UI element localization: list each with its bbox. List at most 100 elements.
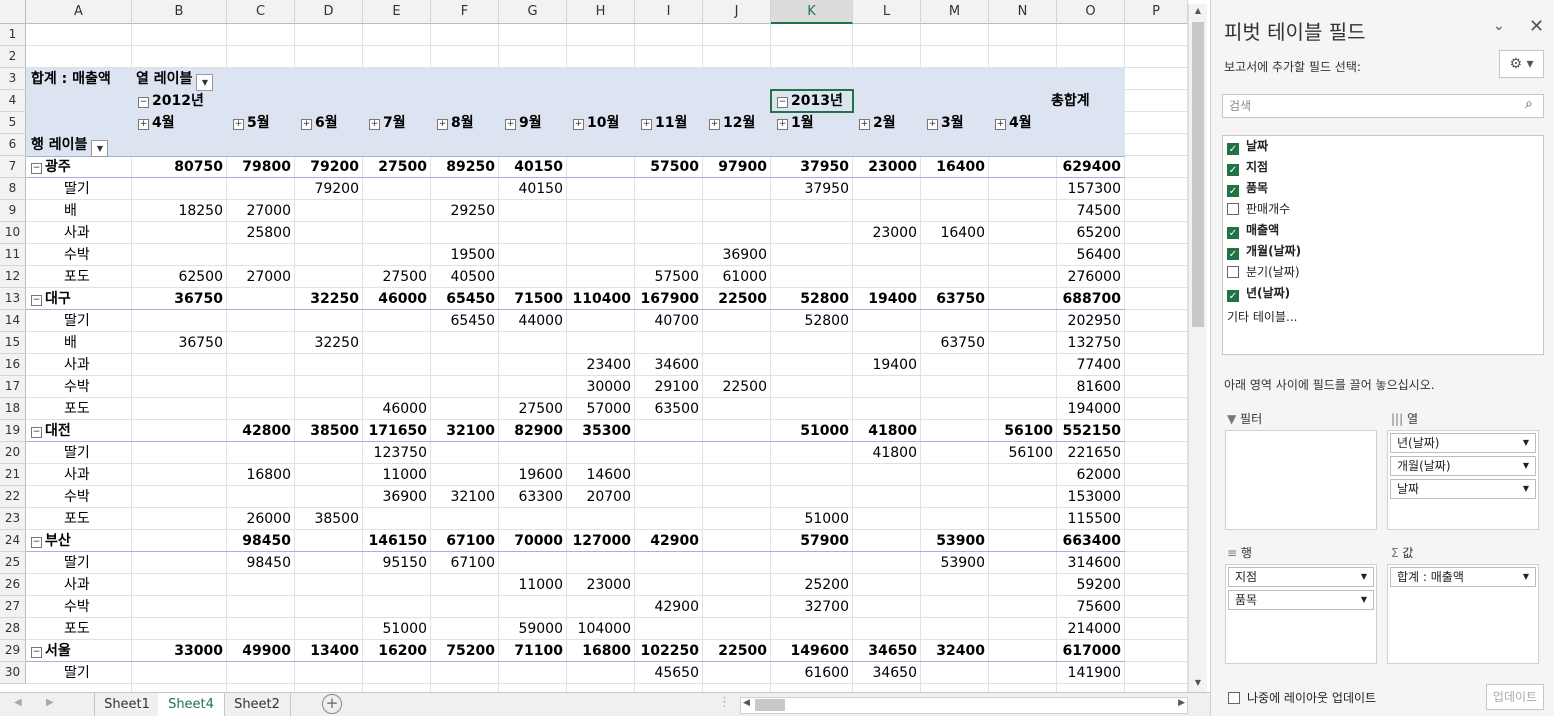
data-cell[interactable] <box>635 508 699 530</box>
data-cell[interactable]: 19400 <box>853 354 917 376</box>
expand-icon[interactable]: + <box>777 119 788 130</box>
data-cell[interactable] <box>921 398 985 420</box>
data-cell[interactable]: 32250 <box>295 332 359 354</box>
filter-dropdown-icon[interactable]: ▼ <box>91 140 109 157</box>
data-cell[interactable]: 27500 <box>363 266 427 288</box>
filter-dropdown-icon[interactable]: ▼ <box>196 74 214 91</box>
column-header[interactable]: O <box>1057 0 1125 24</box>
columns-zone[interactable]: 년(날짜) ▼ 개월(날짜) ▼ 날짜 ▼ <box>1387 430 1539 530</box>
data-cell[interactable]: 102250 <box>635 640 699 662</box>
data-cell[interactable]: 36750 <box>132 332 223 354</box>
data-cell[interactable] <box>703 618 767 640</box>
data-cell[interactable] <box>771 222 849 244</box>
data-cell[interactable]: 141900 <box>1057 662 1121 684</box>
expand-icon[interactable]: + <box>573 119 584 130</box>
data-cell[interactable]: 82900 <box>499 420 563 442</box>
month-header[interactable]: +5월 <box>233 112 270 134</box>
row-header[interactable]: 4 <box>0 90 26 112</box>
data-cell[interactable] <box>989 376 1053 398</box>
data-cell[interactable] <box>363 244 427 266</box>
column-header[interactable]: M <box>921 0 989 24</box>
data-cell[interactable] <box>499 596 563 618</box>
data-cell[interactable] <box>227 354 291 376</box>
data-cell[interactable] <box>703 442 767 464</box>
data-cell[interactable] <box>703 530 767 552</box>
data-cell[interactable] <box>499 266 563 288</box>
data-cell[interactable] <box>989 222 1053 244</box>
row-header[interactable]: 21 <box>0 464 26 486</box>
data-cell[interactable]: 25800 <box>227 222 291 244</box>
row-header[interactable]: 22 <box>0 486 26 508</box>
data-cell[interactable] <box>227 376 291 398</box>
data-cell[interactable] <box>703 332 767 354</box>
data-cell[interactable]: 36750 <box>132 288 223 310</box>
more-tables-link[interactable]: 기타 테이블... <box>1227 307 1297 327</box>
data-cell[interactable] <box>132 420 223 442</box>
data-cell[interactable]: 104000 <box>567 618 631 640</box>
data-cell[interactable] <box>499 354 563 376</box>
data-cell[interactable] <box>921 618 985 640</box>
data-cell[interactable] <box>132 596 223 618</box>
data-cell[interactable] <box>499 200 563 222</box>
data-cell[interactable] <box>853 332 917 354</box>
data-cell[interactable]: 63750 <box>921 288 985 310</box>
data-cell[interactable]: 123750 <box>363 442 427 464</box>
data-cell[interactable] <box>921 310 985 332</box>
data-cell[interactable] <box>771 332 849 354</box>
data-cell[interactable] <box>132 376 223 398</box>
data-cell[interactable]: 62500 <box>132 266 223 288</box>
data-cell[interactable] <box>363 200 427 222</box>
row-header[interactable]: 6 <box>0 134 26 156</box>
data-cell[interactable]: 663400 <box>1057 530 1121 552</box>
data-cell[interactable] <box>635 200 699 222</box>
data-cell[interactable]: 23000 <box>853 156 917 178</box>
data-cell[interactable] <box>431 178 495 200</box>
data-cell[interactable] <box>132 442 223 464</box>
data-cell[interactable]: 153000 <box>1057 486 1121 508</box>
data-cell[interactable]: 79200 <box>295 156 359 178</box>
data-cell[interactable]: 65200 <box>1057 222 1121 244</box>
month-header[interactable]: +12월 <box>709 112 755 134</box>
data-cell[interactable]: 56100 <box>989 420 1053 442</box>
data-cell[interactable]: 19600 <box>499 464 563 486</box>
data-cell[interactable]: 46000 <box>363 398 427 420</box>
column-header[interactable]: P <box>1125 0 1188 24</box>
data-cell[interactable] <box>567 332 631 354</box>
column-header[interactable]: K <box>771 0 853 24</box>
data-cell[interactable]: 110400 <box>567 288 631 310</box>
data-cell[interactable]: 33000 <box>132 640 223 662</box>
expand-icon[interactable]: + <box>859 119 870 130</box>
row-header[interactable]: 15 <box>0 332 26 354</box>
data-cell[interactable] <box>989 354 1053 376</box>
defer-update-checkbox[interactable]: 나중에 레이아웃 업데이트 <box>1228 688 1376 708</box>
tab-prev-icon[interactable]: ◀ <box>14 697 22 708</box>
data-cell[interactable]: 59200 <box>1057 574 1121 596</box>
data-cell[interactable]: 32700 <box>771 596 849 618</box>
data-cell[interactable]: 34600 <box>635 354 699 376</box>
data-cell[interactable]: 51000 <box>771 508 849 530</box>
checkbox-icon[interactable]: ✓ <box>1227 185 1239 197</box>
column-header[interactable]: N <box>989 0 1057 24</box>
data-cell[interactable] <box>363 310 427 332</box>
data-cell[interactable] <box>363 662 427 684</box>
data-cell[interactable]: 23000 <box>853 222 917 244</box>
data-cell[interactable] <box>567 178 631 200</box>
data-cell[interactable]: 56100 <box>989 442 1053 464</box>
data-cell[interactable] <box>989 508 1053 530</box>
row-header[interactable]: 30 <box>0 662 26 684</box>
data-cell[interactable] <box>363 596 427 618</box>
data-cell[interactable] <box>853 266 917 288</box>
data-cell[interactable] <box>703 200 767 222</box>
data-cell[interactable]: 688700 <box>1057 288 1121 310</box>
data-cell[interactable] <box>363 376 427 398</box>
data-cell[interactable]: 32100 <box>431 420 495 442</box>
expand-icon[interactable]: + <box>995 119 1006 130</box>
data-cell[interactable] <box>921 376 985 398</box>
data-cell[interactable]: 57000 <box>567 398 631 420</box>
data-cell[interactable]: 16400 <box>921 222 985 244</box>
add-sheet-icon[interactable]: + <box>322 694 342 714</box>
data-cell[interactable]: 41800 <box>853 420 917 442</box>
data-cell[interactable] <box>227 178 291 200</box>
data-cell[interactable] <box>567 596 631 618</box>
data-cell[interactable] <box>227 574 291 596</box>
